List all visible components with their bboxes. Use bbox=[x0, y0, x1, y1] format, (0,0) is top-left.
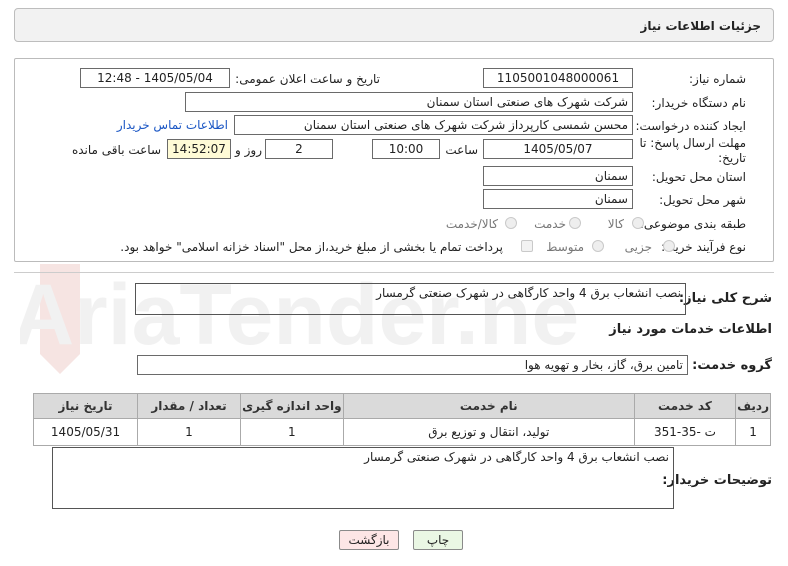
process-option-minor: جزیی bbox=[624, 240, 652, 254]
category-radio-goods[interactable] bbox=[632, 217, 644, 229]
days-field: 2 bbox=[265, 139, 333, 159]
summary-label: شرح کلی نیاز: bbox=[678, 291, 772, 306]
category-radio-both[interactable] bbox=[505, 217, 517, 229]
shield-icon bbox=[40, 264, 80, 374]
province-label: استان محل تحویل: bbox=[651, 170, 746, 184]
contact-info-link[interactable]: اطلاعات تماس خریدار bbox=[117, 118, 228, 132]
remaining-time-field: 14:52:07 bbox=[167, 139, 231, 159]
col-date-header: تاریخ نیاز bbox=[32, 393, 139, 419]
category-option-service: خدمت bbox=[534, 217, 566, 231]
service-group-field: تامین برق، گاز، بخار و تهویه هوا bbox=[137, 355, 688, 375]
requester-field: محسن شمسی کارپرداز شرکت شهرک های صنعتی ا… bbox=[234, 115, 633, 135]
col-name-header: نام خدمت bbox=[342, 393, 635, 419]
cell-qty: 1 bbox=[137, 418, 241, 446]
table-row: 1 ت -35-351 تولید، انتقال و توزیع برق 1 … bbox=[32, 418, 771, 446]
announce-label: تاریخ و ساعت اعلان عمومی: bbox=[235, 72, 380, 86]
deadline-time-field: 10:00 bbox=[372, 139, 440, 159]
buyer-notes-label: توضیحات خریدار: bbox=[662, 473, 772, 488]
deadline-label: مهلت ارسال پاسخ: تا bbox=[639, 136, 746, 150]
services-table: ردیف کد خدمت نام خدمت واحد اندازه گیری ت… bbox=[32, 393, 771, 446]
time-label: ساعت bbox=[445, 143, 478, 157]
process-option-medium: متوسط bbox=[546, 240, 584, 254]
deadline-date-field: 1405/05/07 bbox=[483, 139, 633, 159]
page-title: جزئیات اطلاعات نیاز bbox=[640, 19, 761, 33]
province-field: سمنان bbox=[483, 166, 633, 186]
cell-row: 1 bbox=[735, 418, 771, 446]
treasury-payment-checkbox[interactable] bbox=[521, 240, 533, 252]
category-label: طبقه بندی موضوعی: bbox=[639, 217, 746, 231]
services-section-title: اطلاعات خدمات مورد نیاز bbox=[609, 322, 772, 337]
col-qty-header: تعداد / مقدار bbox=[137, 393, 241, 419]
remaining-label: ساعت باقی مانده bbox=[71, 143, 161, 157]
process-radio-medium[interactable] bbox=[592, 240, 604, 252]
table-header-row: ردیف کد خدمت نام خدمت واحد اندازه گیری ت… bbox=[32, 393, 771, 419]
buyer-org-field: شرکت شهرک های صنعتی استان سمنان bbox=[185, 92, 633, 112]
info-panel bbox=[14, 58, 774, 262]
col-code-header: کد خدمت bbox=[633, 393, 737, 419]
print-button[interactable]: چاپ bbox=[413, 530, 463, 550]
cell-unit: 1 bbox=[239, 418, 344, 446]
buyer-notes-text: نصب انشعاب برق 4 واحد کارگاهی در شهرک صن… bbox=[364, 450, 669, 464]
service-group-label: گروه خدمت: bbox=[692, 358, 772, 373]
process-radio-minor[interactable] bbox=[663, 240, 675, 252]
cell-name: تولید، انتقال و توزیع برق bbox=[342, 418, 635, 446]
announce-field: 1405/05/04 - 12:48 bbox=[80, 68, 230, 88]
category-option-goods: کالا bbox=[607, 217, 624, 231]
treasury-payment-note: پرداخت تمام یا بخشی از مبلغ خرید،از محل … bbox=[120, 240, 503, 254]
requester-label: ایجاد کننده درخواست: bbox=[635, 119, 746, 133]
city-field: سمنان bbox=[483, 189, 633, 209]
summary-text: نصب انشعاب برق 4 واحد کارگاهی در شهرک صن… bbox=[376, 286, 681, 300]
need-number-label: شماره نیاز: bbox=[689, 72, 746, 86]
watermark-text: AriaTender.net bbox=[20, 267, 580, 363]
city-label: شهر محل تحویل: bbox=[659, 193, 746, 207]
cell-code: ت -35-351 bbox=[633, 418, 737, 446]
category-option-both: کالا/خدمت bbox=[445, 217, 498, 231]
days-label: روز و bbox=[235, 143, 262, 157]
summary-textarea[interactable]: نصب انشعاب برق 4 واحد کارگاهی در شهرک صن… bbox=[135, 283, 686, 315]
cell-date: 1405/05/31 bbox=[32, 418, 139, 446]
buyer-org-label: نام دستگاه خریدار: bbox=[651, 96, 747, 110]
col-unit-header: واحد اندازه گیری bbox=[239, 393, 344, 419]
buyer-notes-textarea[interactable]: نصب انشعاب برق 4 واحد کارگاهی در شهرک صن… bbox=[52, 447, 674, 509]
divider bbox=[14, 272, 774, 273]
col-row-header: ردیف bbox=[735, 393, 771, 419]
category-radio-service[interactable] bbox=[569, 217, 581, 229]
need-number-field: 1105001048000061 bbox=[483, 68, 633, 88]
deadline-label-date: تاریخ: bbox=[718, 151, 746, 165]
page-header: جزئیات اطلاعات نیاز bbox=[14, 8, 774, 42]
back-button[interactable]: بازگشت bbox=[339, 530, 399, 550]
